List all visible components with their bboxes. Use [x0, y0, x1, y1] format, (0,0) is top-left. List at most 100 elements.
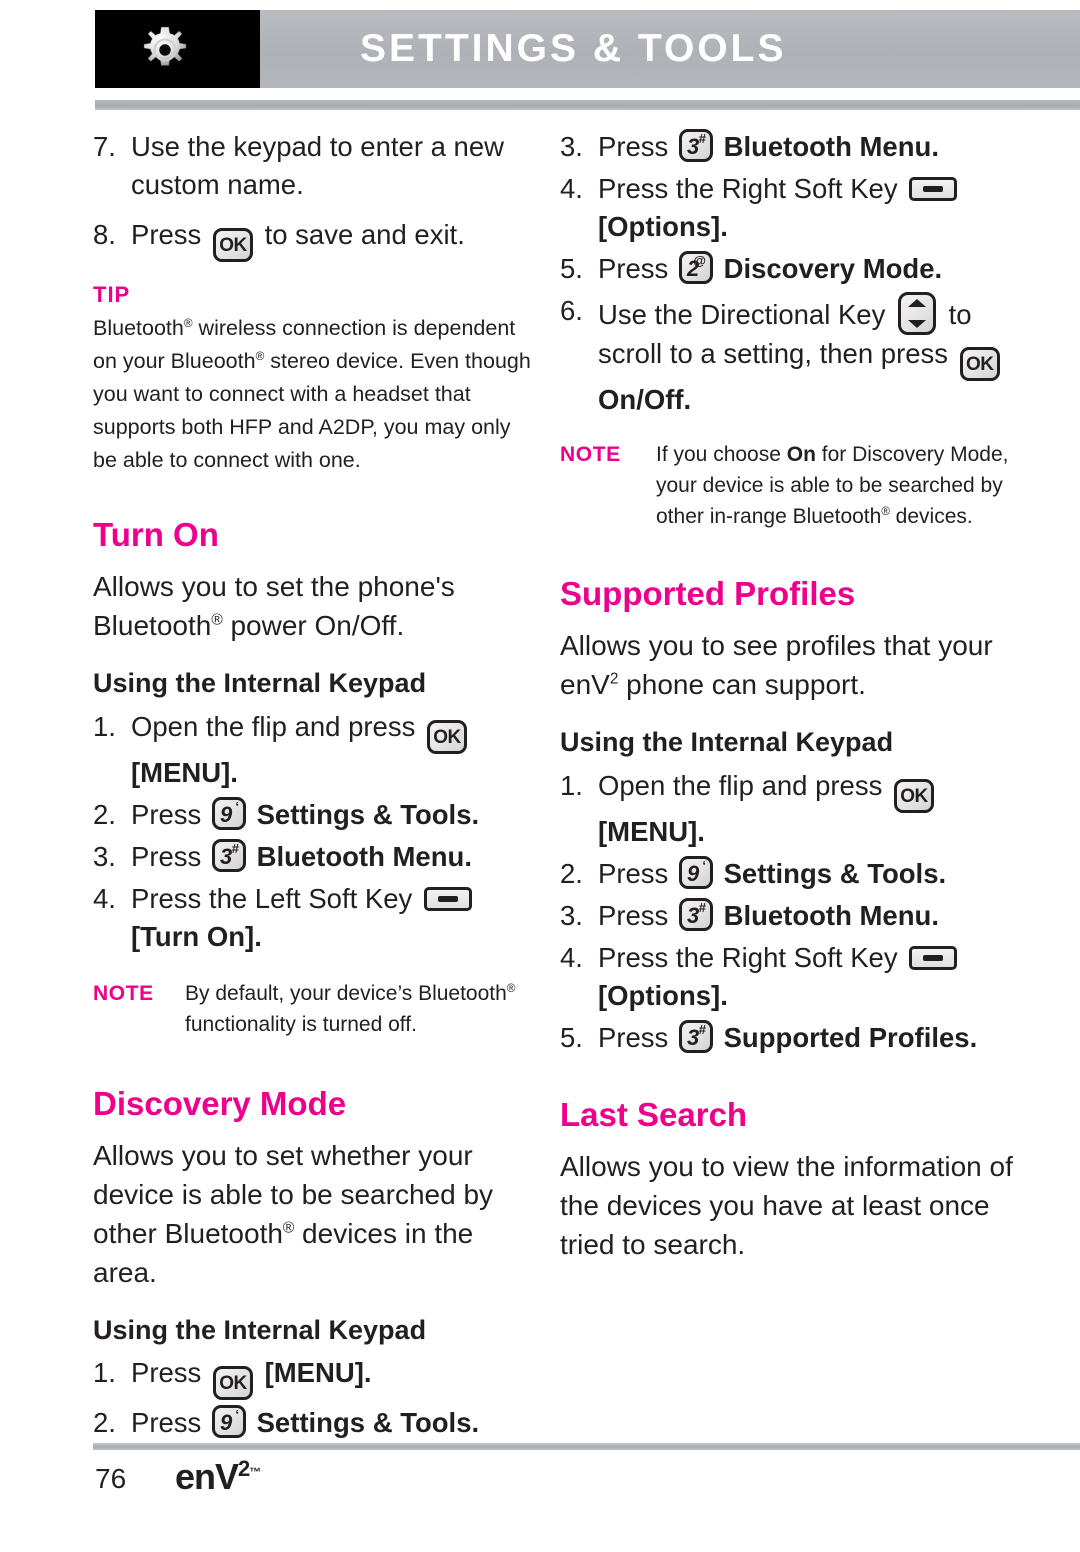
- section-description: Allows you to see profiles that your enV…: [560, 626, 1030, 704]
- step-number: 8.: [93, 219, 116, 250]
- step-text-pre: Use the Directional Key: [598, 299, 886, 330]
- list-item: 4. Press the Right Soft Key [Options].: [560, 170, 1030, 246]
- step-text-pre: Press the Left Soft Key: [131, 882, 413, 914]
- section-description: Allows you to set the phone's Bluetooth®…: [93, 567, 538, 645]
- step-text: Press 3 # Bluetooth Menu.: [598, 128, 1030, 166]
- step-number: 2.: [93, 1407, 116, 1439]
- list-item: 5. Press 3 # Supported Profiles.: [560, 1019, 1030, 1057]
- subsection-heading: Using the Internal Keypad: [560, 727, 894, 758]
- note-body: If you choose On for Discovery Mode, you…: [656, 439, 1030, 532]
- step-number: 4.: [560, 173, 583, 204]
- chevron-down-icon: [908, 320, 926, 328]
- step-text-pre: Press the Right Soft Key: [598, 173, 898, 204]
- step-number: 5.: [560, 1021, 583, 1053]
- step-text: Press 2 @ Discovery Mode.: [598, 250, 1030, 288]
- step-number: 6.: [560, 295, 583, 326]
- step-text: Press 3 # Bluetooth Menu.: [131, 838, 538, 876]
- step-text-post: Bluetooth Menu.: [256, 840, 472, 872]
- logo-superscript-two: 2: [238, 1456, 250, 1481]
- note-block: NOTE By default, your device’s Bluetooth…: [93, 978, 538, 1040]
- step-text-pre: Press: [598, 857, 669, 889]
- section-heading: Turn On: [93, 516, 219, 553]
- section-last-search: Last Search Allows you to view the infor…: [560, 1095, 1030, 1264]
- step-number: 1.: [560, 769, 583, 801]
- header-divider: [95, 100, 1080, 110]
- numeric-key-9-icon: 9 ‘: [211, 796, 246, 830]
- list-item: 7. Use the keypad to enter a new custom …: [93, 128, 538, 204]
- tip-label: TIP: [93, 282, 131, 307]
- step-text: Press 3 # Bluetooth Menu.: [598, 897, 1030, 935]
- step-text: Press the Right Soft Key [Options].: [598, 939, 1030, 1015]
- step-text-post: [Options].: [598, 979, 728, 1011]
- key-superscript: ‘: [235, 1407, 239, 1423]
- step-text-pre: Press: [598, 253, 669, 284]
- step-text: Open the flip and press OK [MENU].: [131, 708, 538, 792]
- key-superscript: ‘: [702, 857, 706, 873]
- step-text-pre: Press: [598, 131, 669, 162]
- step-text-post: [Options].: [598, 211, 728, 242]
- note-block: NOTE If you choose On for Discovery Mode…: [560, 439, 1030, 532]
- step-text: Press 3 # Supported Profiles.: [598, 1019, 1030, 1057]
- section-heading: Last Search: [560, 1095, 748, 1133]
- numeric-key-9-icon: 9 ‘: [678, 855, 713, 889]
- step-text-pre: Press: [131, 798, 202, 830]
- ok-key-icon: OK: [212, 1366, 253, 1401]
- step-text-mid-visible: scroll to a setting, then press: [598, 338, 949, 369]
- key-superscript: #: [698, 899, 706, 915]
- step-number: 5.: [560, 253, 583, 284]
- numeric-key-3-icon: 3 #: [678, 1019, 713, 1053]
- step-number: 1.: [93, 1357, 116, 1389]
- footer-divider: [93, 1443, 1080, 1450]
- key-superscript: #: [698, 131, 706, 146]
- step-number: 2.: [560, 857, 583, 889]
- key-superscript: @: [693, 253, 706, 268]
- numeric-key-3-icon: 3 #: [211, 838, 246, 872]
- list-item: 6. Use the Directional Key to to scroll …: [560, 292, 1030, 419]
- page-header: SETTINGS & TOOLS: [0, 0, 1080, 110]
- step-number: 3.: [93, 840, 116, 872]
- step-number: 3.: [560, 899, 583, 931]
- gear-icon: [143, 26, 187, 66]
- step-number: 7.: [93, 131, 116, 162]
- key-superscript: #: [231, 840, 239, 856]
- key-digit: 9: [219, 801, 233, 827]
- logo-trademark: ™: [249, 1465, 261, 1479]
- left-soft-key-icon: [423, 886, 472, 911]
- list-item: 1. Press OK [MENU].: [93, 1354, 538, 1401]
- list-item: 1. Open the flip and press OK [MENU].: [93, 708, 538, 792]
- right-soft-key-icon: [909, 177, 958, 201]
- superscript-two: 2: [609, 670, 619, 688]
- step-text-post: [Turn On].: [131, 920, 262, 952]
- step-number: 4.: [560, 941, 583, 973]
- list-item: 2. Press 9 ‘ Settings & Tools.: [93, 1404, 538, 1442]
- numeric-key-3-icon: 3 #: [678, 897, 713, 931]
- step-text-post: [MENU].: [598, 815, 705, 847]
- key-digit: 3: [219, 843, 233, 869]
- right-column: 3. Press 3 # Bluetooth Menu. 4. Press th…: [560, 128, 1030, 1286]
- section-supported-profiles: Supported Profiles Allows you to see pro…: [560, 575, 1030, 1057]
- key-superscript: ‘: [235, 798, 239, 814]
- step-text-mid-prefix: to: [948, 299, 972, 330]
- step-text: Open the flip and press OK [MENU].: [598, 767, 1030, 851]
- section-description: Allows you to view the information of th…: [560, 1150, 1013, 1260]
- step-text-pre: Open the flip and press: [598, 769, 883, 801]
- step-text-post: to save and exit.: [264, 219, 465, 250]
- numeric-key-2-icon: 2 @: [678, 251, 713, 284]
- note-body: By default, your device’s Bluetooth® fun…: [185, 981, 516, 1036]
- chevron-up-icon: [908, 299, 926, 307]
- step-text: Press the Right Soft Key [Options].: [598, 170, 1030, 246]
- list-item: 4. Press the Left Soft Key [Turn On].: [93, 880, 538, 956]
- key-digit: 3: [686, 134, 700, 159]
- step-text-post: On/Off.: [598, 384, 692, 415]
- step-text-post: [MENU].: [131, 756, 238, 788]
- description-line-1: Allows you to set the phone's: [93, 571, 455, 603]
- description-line-2: Bluetooth® power On/Off.: [93, 610, 405, 642]
- step-text-post: Settings & Tools.: [723, 857, 947, 889]
- description-line-1: Allows you to see profiles that your: [560, 630, 993, 662]
- tip-block: TIP Bluetooth® wireless connection is de…: [93, 282, 538, 477]
- ok-key-icon: OK: [427, 719, 467, 754]
- step-text-pre: Press: [131, 1357, 202, 1389]
- step-text-pre: Press: [598, 1021, 669, 1053]
- numeric-key-3-icon: 3 #: [678, 129, 713, 162]
- right-soft-key-icon: [909, 945, 958, 970]
